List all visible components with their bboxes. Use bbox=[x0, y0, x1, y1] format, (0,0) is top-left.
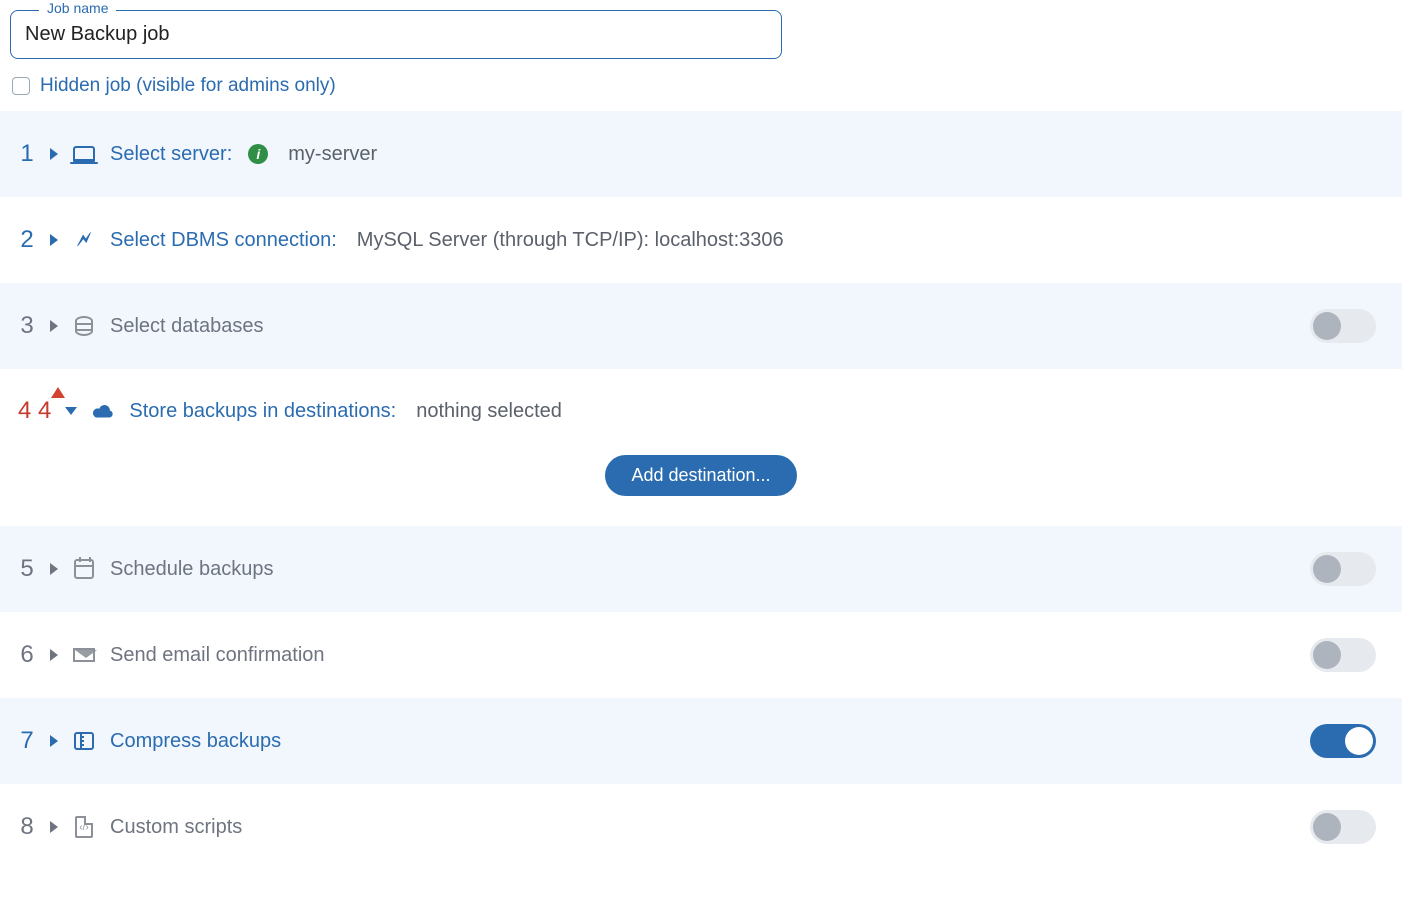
step-value: MySQL Server (through TCP/IP): localhost… bbox=[357, 229, 784, 252]
scripts-toggle[interactable] bbox=[1310, 810, 1376, 844]
step-title: Select databases bbox=[110, 315, 263, 338]
chevron-right-icon bbox=[50, 148, 58, 160]
chevron-right-icon bbox=[50, 649, 58, 661]
step-number: 8 bbox=[18, 813, 36, 841]
chevron-right-icon bbox=[50, 563, 58, 575]
hidden-job-checkbox[interactable] bbox=[12, 77, 30, 95]
job-name-field[interactable]: Job name bbox=[10, 10, 782, 59]
chevron-right-icon bbox=[50, 735, 58, 747]
step-select-server[interactable]: 1 Select server: i my-server bbox=[0, 111, 1402, 197]
chevron-right-icon bbox=[50, 320, 58, 332]
step-number: 1 bbox=[18, 140, 36, 168]
step-title: Compress backups bbox=[110, 730, 281, 753]
hidden-job-label: Hidden job (visible for admins only) bbox=[40, 75, 336, 97]
top-section: Job name Hidden job (visible for admins … bbox=[0, 0, 1402, 111]
step-number: 6 bbox=[18, 641, 36, 669]
compress-icon bbox=[72, 730, 96, 752]
warning-icon bbox=[51, 387, 65, 398]
step-compress[interactable]: 7 Compress backups bbox=[0, 698, 1402, 784]
step-value: nothing selected bbox=[416, 400, 562, 423]
info-icon[interactable]: i bbox=[248, 144, 268, 164]
step-select-dbms[interactable]: 2 🗲 Select DBMS connection: MySQL Server… bbox=[0, 197, 1402, 283]
step-title: Select DBMS connection: bbox=[110, 229, 337, 252]
step-destinations-expanded: 4 4 Store backups in destinations: nothi… bbox=[0, 369, 1402, 526]
add-destination-button[interactable]: Add destination... bbox=[605, 455, 796, 496]
chevron-down-icon bbox=[65, 407, 77, 415]
laptop-icon bbox=[72, 146, 96, 162]
step-title: Select server: bbox=[110, 143, 232, 166]
compress-toggle[interactable] bbox=[1310, 724, 1376, 758]
calendar-icon bbox=[72, 559, 96, 579]
schedule-toggle[interactable] bbox=[1310, 552, 1376, 586]
chevron-right-icon bbox=[50, 821, 58, 833]
script-icon: ‹/› bbox=[72, 816, 96, 838]
step-select-databases[interactable]: 3 Select databases bbox=[0, 283, 1402, 369]
step-title: Store backups in destinations: bbox=[129, 400, 396, 423]
step-title: Custom scripts bbox=[110, 816, 242, 839]
step-number: 2 bbox=[18, 226, 36, 254]
step-destinations-header[interactable]: 4 4 Store backups in destinations: nothi… bbox=[0, 369, 1402, 435]
step-title: Schedule backups bbox=[110, 558, 273, 581]
step-schedule[interactable]: 5 Schedule backups bbox=[0, 526, 1402, 612]
bolt-icon: 🗲 bbox=[72, 229, 96, 252]
step-value: my-server bbox=[288, 143, 377, 166]
step-email[interactable]: 6 Send email confirmation bbox=[0, 612, 1402, 698]
step-number: 5 bbox=[18, 555, 36, 583]
database-icon bbox=[72, 316, 96, 336]
chevron-right-icon bbox=[50, 234, 58, 246]
job-name-input[interactable] bbox=[25, 23, 767, 46]
databases-toggle[interactable] bbox=[1310, 309, 1376, 343]
cloud-icon bbox=[91, 402, 115, 420]
mail-icon bbox=[72, 648, 96, 662]
hidden-job-row: Hidden job (visible for admins only) bbox=[10, 75, 1392, 97]
step-number: 7 bbox=[18, 727, 36, 755]
step-scripts[interactable]: 8 ‹/› Custom scripts bbox=[0, 784, 1402, 870]
job-name-legend: Job name bbox=[39, 0, 116, 16]
step-number: 4 4 bbox=[18, 397, 51, 425]
step-title: Send email confirmation bbox=[110, 644, 325, 667]
email-toggle[interactable] bbox=[1310, 638, 1376, 672]
step-number: 3 bbox=[18, 312, 36, 340]
